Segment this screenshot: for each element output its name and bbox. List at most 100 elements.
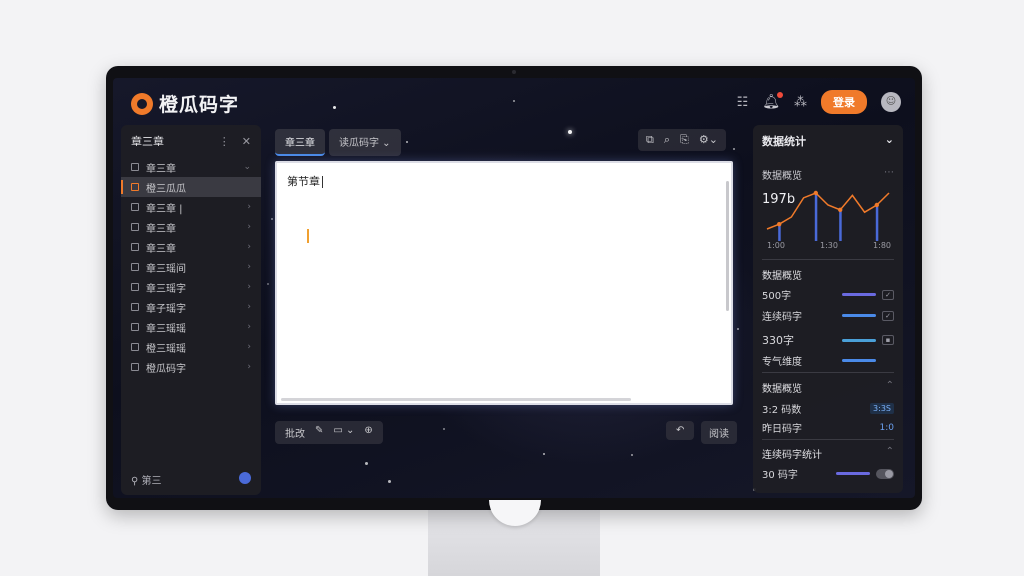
chevron-right-icon: › [247, 262, 251, 272]
grid-icon[interactable]: ☷ [737, 95, 749, 110]
checkbox[interactable] [131, 343, 139, 351]
undo-icon[interactable]: ↶ [666, 421, 695, 440]
chapter-item[interactable]: 章三瑶瑶 › [121, 317, 261, 337]
apps-icon[interactable]: ⁂ [794, 95, 807, 110]
checkbox[interactable] [131, 163, 139, 171]
logo-text: 橙瓜码字 [159, 94, 240, 116]
chapter-list: 章三章 ⌄ 橙三瓜瓜 章三章 | › 章三章 › 章三章 › 章三瑶间 › 章三瑶字 › 章… [121, 157, 261, 377]
collapse-icon[interactable]: ⌃ [886, 446, 894, 461]
app-logo[interactable]: 橙瓜码字 [131, 90, 239, 117]
globe-icon[interactable] [239, 472, 251, 484]
login-button[interactable]: 登录 [821, 90, 867, 114]
chevron-right-icon: › [247, 342, 251, 352]
chevron-right-icon: › [247, 202, 251, 212]
checkbox[interactable] [131, 223, 139, 231]
chapter-item[interactable]: 章三章 › [121, 237, 261, 257]
checkbox[interactable] [131, 183, 139, 191]
chapter-item[interactable]: 章三瑶间 › [121, 257, 261, 277]
stat-row: 专气维度 [762, 353, 894, 368]
horizontal-scrollbar[interactable] [281, 398, 631, 401]
checkbox[interactable] [131, 283, 139, 291]
divider [762, 372, 894, 373]
vertical-scrollbar[interactable] [726, 181, 729, 311]
chapter-item[interactable]: 橙瓜码字 › [121, 357, 261, 377]
header-actions: ☷ 🔔︎ ⁂ 登录 ☺ [737, 90, 901, 114]
chapter-item[interactable]: 章三瑶字 › [121, 277, 261, 297]
bottom-toolbar-left: 批改 ✎ ▭ ⌄ ⊕ [275, 421, 383, 444]
chapter-item[interactable]: 章子瑶字 › [121, 297, 261, 317]
more-icon[interactable]: ⋯ [884, 167, 894, 182]
text-cursor [307, 229, 309, 243]
chapter-item[interactable]: 章三章 ⌄ [121, 157, 261, 177]
toggle-switch[interactable] [876, 468, 894, 479]
tab-read[interactable]: 读瓜码字 ⌄ [329, 129, 401, 156]
copy-icon[interactable]: ⧉ [646, 133, 654, 147]
stat-row: 30 码字 [762, 466, 894, 481]
stat-value: 1:0 [879, 422, 894, 433]
collapse-icon[interactable]: ⌃ [886, 380, 894, 395]
stat-row: 330字 ▪ [762, 332, 894, 348]
search-icon[interactable]: ⌕ [664, 133, 670, 147]
checkbox[interactable] [131, 243, 139, 251]
more-vert-icon[interactable]: ⋮ [219, 135, 230, 148]
chart-bar [778, 224, 781, 241]
checkbox[interactable] [131, 263, 139, 271]
editor-toolbar: ⧉ ⌕ ⎘ ⚙⌄ [638, 129, 726, 151]
stats-section-2: 数据概览 [762, 271, 802, 282]
stats-header: 数据统计 ⌄ [762, 133, 894, 149]
chapter-title-input[interactable]: 第节章 [287, 173, 323, 189]
progress-bar [836, 472, 870, 475]
sidebar-title: 章三章 [131, 135, 164, 148]
stat-row: 连续码字 ✓ [762, 308, 894, 323]
chart-point [874, 202, 879, 208]
bell-icon[interactable]: 🔔︎ [762, 92, 783, 110]
chevron-right-icon: › [247, 362, 251, 372]
sidebar-footer-item[interactable]: ⚲ 第三 [131, 472, 162, 487]
notification-dot [777, 92, 783, 98]
avatar-icon[interactable]: ☺ [881, 92, 901, 112]
axis-tick: 1:80 [873, 241, 891, 250]
chapter-item-active[interactable]: 橙三瓜瓜 [121, 177, 261, 197]
app-screen: 橙瓜码字 ☷ 🔔︎ ⁂ 登录 ☺ 章三章 ⋮ ✕ 章三章 ⌄ 橙三瓜瓜 章三章 |… [113, 78, 915, 498]
layout-dropdown-icon[interactable]: ▭ ⌄ [333, 425, 354, 440]
close-icon[interactable]: ✕ [242, 135, 251, 148]
stat-badge: 3:3S [870, 403, 894, 414]
chart-bar [875, 205, 879, 241]
stat-row: 3:2 码数 3:3S [762, 401, 894, 416]
check-box[interactable]: ✓ [882, 289, 894, 300]
chevron-right-icon: › [247, 322, 251, 332]
check-box[interactable]: ✓ [882, 310, 894, 321]
chapter-item[interactable]: 章三章 | › [121, 197, 261, 217]
settings-dropdown-icon[interactable]: ⚙⌄ [699, 133, 718, 147]
progress-bar [842, 359, 876, 362]
bookmark-icon[interactable]: ⎘ [680, 133, 689, 147]
chevron-right-icon: › [247, 302, 251, 312]
checkbox[interactable] [131, 323, 139, 331]
stat-row: 500字 ✓ [762, 287, 894, 302]
pen-icon[interactable]: ✎ [315, 425, 323, 440]
chevron-right-icon: › [247, 222, 251, 232]
read-button[interactable]: 阅读 [701, 421, 737, 444]
orange-logo-icon [131, 92, 153, 115]
chapter-item[interactable]: 章三章 › [121, 217, 261, 237]
chapter-item[interactable]: 橙三瑶瑶 › [121, 337, 261, 357]
checkbox[interactable] [131, 203, 139, 211]
chevron-down-icon[interactable]: ⌄ [885, 133, 894, 149]
tab-chapter[interactable]: 章三章 [275, 129, 325, 156]
text-editor[interactable]: 第节章 [275, 161, 733, 405]
chart-line [766, 192, 890, 230]
target-icon[interactable]: ⊕ [364, 425, 372, 440]
chapter-sidebar: 章三章 ⋮ ✕ 章三章 ⌄ 橙三瓜瓜 章三章 | › 章三章 › 章三章 › 章三瑶间 ›… [121, 125, 261, 495]
camera-dot [512, 70, 516, 74]
chart-bar [839, 209, 842, 241]
chart-point [813, 190, 818, 196]
axis-tick: 1:30 [820, 241, 838, 250]
stats-section-4: 连续码字统计 ⌃ [762, 446, 894, 461]
stats-section: 数据概览 ⋯ [762, 167, 894, 182]
check-box[interactable]: ▪ [882, 335, 894, 345]
checkbox[interactable] [131, 363, 139, 371]
checkbox[interactable] [131, 303, 139, 311]
stats-section-3: 数据概览 ⌃ [762, 380, 894, 395]
divider [762, 439, 894, 440]
review-button[interactable]: 批改 [285, 425, 305, 440]
